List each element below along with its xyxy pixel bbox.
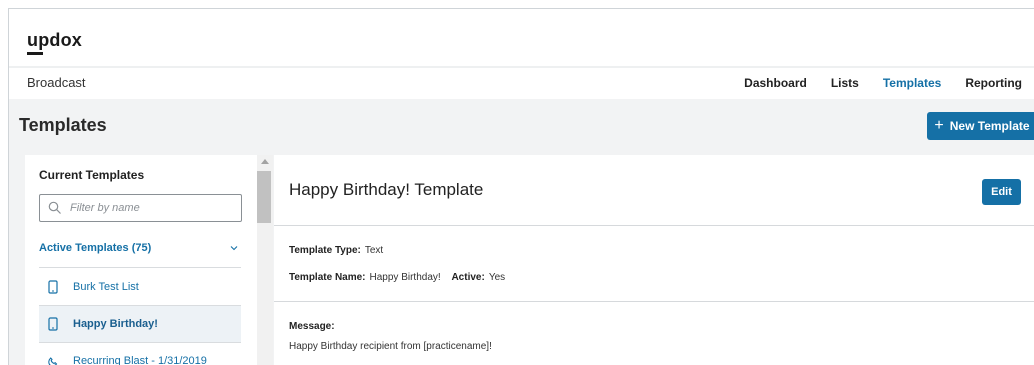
sub-navigation: Broadcast Dashboard Lists Templates Repo… <box>9 66 1034 101</box>
message-label: Message: <box>289 321 335 332</box>
phone-handset-icon <box>48 357 58 365</box>
template-name-label: Template Name: <box>289 272 366 283</box>
template-name-row: Template Name: Happy Birthday! Active: Yes <box>289 272 505 283</box>
nav-lists[interactable]: Lists <box>819 68 871 101</box>
plus-icon: + <box>934 117 944 134</box>
template-item-burk-test-list[interactable]: Burk Test List <box>39 269 241 306</box>
new-template-label: New Template <box>949 119 1030 133</box>
active-templates-group-toggle[interactable]: Active Templates (75) <box>39 242 241 268</box>
page-content: Templates + New Template Current Templat… <box>9 99 1034 365</box>
active-templates-label: Active Templates (75) <box>39 242 152 254</box>
template-detail-panel: Happy Birthday! Template Edit Template T… <box>274 155 1034 365</box>
search-icon <box>48 201 61 214</box>
current-templates-heading: Current Templates <box>39 168 145 182</box>
active-label: Active: <box>451 272 485 283</box>
template-name-value: Happy Birthday! <box>369 272 441 283</box>
mobile-phone-icon <box>48 280 58 294</box>
edit-button[interactable]: Edit <box>982 179 1021 205</box>
filter-input[interactable] <box>70 202 240 214</box>
nav-reporting[interactable]: Reporting <box>953 68 1034 101</box>
message-body: Happy Birthday recipient from [practicen… <box>289 341 492 352</box>
template-type-row: Template Type: Text <box>289 245 383 256</box>
template-list: Burk Test List Happy Birthday! Recurring… <box>39 269 241 365</box>
template-detail-title: Happy Birthday! Template <box>289 180 484 199</box>
divider <box>274 225 1034 226</box>
template-item-label: Recurring Blast - 1/31/2019 <box>73 355 207 365</box>
filter-field[interactable] <box>39 194 242 222</box>
template-type-value: Text <box>364 245 384 256</box>
template-item-label: Happy Birthday! <box>73 318 158 330</box>
new-template-button[interactable]: + New Template <box>927 112 1034 140</box>
page-title: Templates <box>19 115 107 135</box>
list-scrollbar[interactable] <box>257 155 273 365</box>
template-item-recurring-blast[interactable]: Recurring Blast - 1/31/2019 <box>39 343 241 365</box>
mobile-phone-icon <box>48 317 58 331</box>
nav-templates[interactable]: Templates <box>870 68 954 101</box>
main-nav: Dashboard Lists Templates Reporting <box>732 68 1034 101</box>
chevron-down-icon <box>230 246 238 251</box>
scroll-thumb[interactable] <box>257 171 271 223</box>
active-value: Yes <box>488 272 506 283</box>
template-type-label: Template Type: <box>289 245 361 256</box>
updox-logo[interactable]: updox <box>27 30 82 51</box>
template-item-label: Burk Test List <box>73 281 139 293</box>
logo-underline <box>27 52 43 55</box>
divider <box>274 301 1034 302</box>
template-item-happy-birthday[interactable]: Happy Birthday! <box>39 306 241 343</box>
app-name: Broadcast <box>27 75 86 90</box>
templates-list-panel: Current Templates Active Templates (75) <box>25 155 257 365</box>
nav-dashboard[interactable]: Dashboard <box>732 68 819 101</box>
app-frame: updox Broadcast Dashboard Lists Template… <box>8 8 1034 365</box>
message-heading-row: Message: <box>289 321 335 332</box>
scroll-up-arrow-icon[interactable] <box>261 159 269 164</box>
top-bar: updox <box>9 9 1034 59</box>
